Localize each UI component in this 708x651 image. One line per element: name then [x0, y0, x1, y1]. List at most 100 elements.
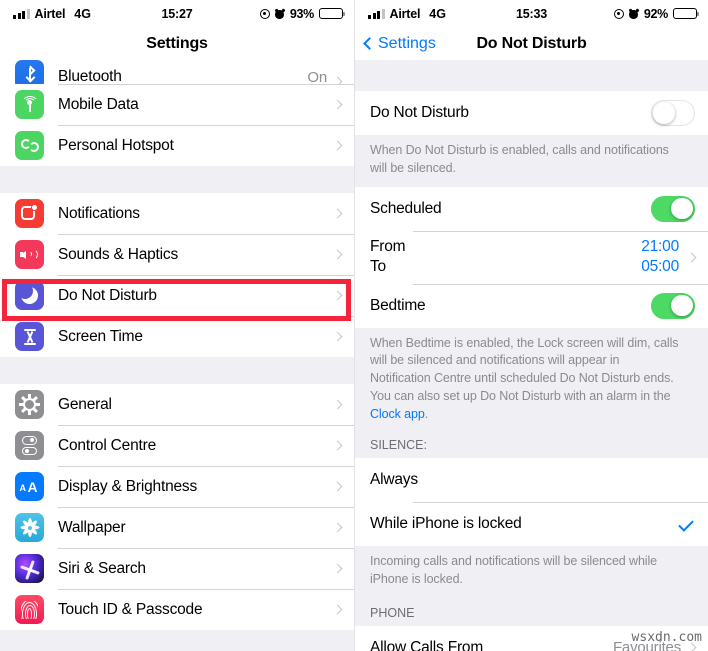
- dnd-toggle[interactable]: [651, 100, 695, 126]
- to-value: 05:00: [641, 258, 679, 275]
- chevron-right-icon: [332, 563, 343, 574]
- sidebar-item-label: Control Centre: [58, 436, 156, 454]
- chevron-right-icon: [332, 440, 343, 451]
- signal-strength-icon: [368, 8, 385, 19]
- sidebar-item-siri-search[interactable]: Siri & Search: [0, 548, 354, 589]
- schedule-time-row[interactable]: From To 21:00 05:00: [355, 230, 708, 284]
- silence-option-always[interactable]: Always: [355, 458, 708, 503]
- left-status-right: 93%: [259, 6, 346, 21]
- chevron-right-icon: [332, 399, 343, 410]
- carrier-label: Airtel: [389, 6, 421, 21]
- screenshot-stage: Airtel 4G 15:27 93% Settings Bluetooth O…: [0, 0, 708, 651]
- sidebar-item-label: Siri & Search: [58, 559, 146, 577]
- chevron-left-icon: [363, 37, 376, 50]
- network-type-label: 4G: [74, 6, 91, 21]
- clock-app-link[interactable]: Clock app: [370, 407, 425, 421]
- battery-percent-label: 92%: [643, 6, 668, 21]
- chevron-right-icon: [332, 522, 343, 533]
- bedtime-toggle[interactable]: [651, 292, 695, 319]
- bedtime-footnote-text: When Bedtime is enabled, the Lock screen…: [370, 335, 679, 403]
- sidebar-item-label: Screen Time: [58, 327, 143, 345]
- chevron-right-icon: [332, 208, 343, 219]
- location-icon: [613, 8, 624, 19]
- sidebar-item-label: Mobile Data: [58, 95, 139, 113]
- silence-options-group: Always While iPhone is locked: [355, 458, 708, 547]
- dnd-main-group: Do Not Disturb: [355, 91, 708, 135]
- scheduled-toggle-row[interactable]: Scheduled: [355, 186, 708, 231]
- chevron-right-icon: [332, 290, 343, 301]
- to-label: To: [370, 258, 386, 275]
- sounds-icon: [15, 240, 44, 269]
- sidebar-item-mobile-data[interactable]: Mobile Data: [0, 84, 354, 125]
- bedtime-row-label: Bedtime: [370, 296, 426, 314]
- hourglass-icon: [15, 322, 44, 351]
- moon-icon: [15, 281, 44, 310]
- sidebar-item-personal-hotspot[interactable]: Personal Hotspot: [0, 125, 354, 166]
- alarm-icon: [628, 7, 640, 19]
- back-button[interactable]: Settings: [363, 34, 436, 53]
- schedule-values: 21:00 05:00: [641, 231, 679, 284]
- back-button-label: Settings: [378, 34, 436, 52]
- sidebar-item-sounds-haptics[interactable]: Sounds & Haptics: [0, 234, 354, 275]
- dnd-footnote: When Do Not Disturb is enabled, calls an…: [355, 135, 708, 187]
- sidebar-item-general[interactable]: General: [0, 384, 354, 425]
- sidebar-item-notifications[interactable]: Notifications: [0, 193, 354, 234]
- sidebar-item-touch-id-passcode[interactable]: Touch ID & Passcode: [0, 589, 354, 630]
- alarm-icon: [274, 7, 286, 19]
- dnd-settings-scroll[interactable]: Do Not Disturb When Do Not Disturb is en…: [355, 60, 708, 651]
- bedtime-footnote: When Bedtime is enabled, the Lock screen…: [355, 327, 708, 433]
- sidebar-item-do-not-disturb[interactable]: Do Not Disturb: [0, 275, 354, 316]
- fingerprint-icon: [15, 595, 44, 624]
- top-spacer: [355, 60, 708, 91]
- sidebar-item-label: Notifications: [58, 204, 140, 222]
- checkmark-icon: [678, 516, 694, 533]
- sidebar-item-control-centre[interactable]: Control Centre: [0, 425, 354, 466]
- schedule-chevron-wrap: [679, 231, 708, 284]
- chevron-right-icon: [332, 249, 343, 260]
- silence-section-header: SILENCE:: [355, 432, 708, 459]
- left-phone-screen: Airtel 4G 15:27 93% Settings Bluetooth O…: [0, 0, 354, 651]
- right-nav-bar: Settings Do Not Disturb: [355, 27, 708, 60]
- sidebar-item-label: Do Not Disturb: [58, 286, 157, 304]
- siri-blade: [19, 564, 31, 571]
- settings-group-connectivity: Bluetooth On Mobile Data Personal Hotspo…: [0, 60, 354, 166]
- silence-option-label: While iPhone is locked: [370, 515, 522, 533]
- dnd-row-label: Do Not Disturb: [370, 104, 469, 121]
- settings-list-scroll[interactable]: Bluetooth On Mobile Data Personal Hotspo…: [0, 60, 354, 651]
- right-status-right: 92%: [613, 6, 700, 21]
- sidebar-item-wallpaper[interactable]: Wallpaper: [0, 507, 354, 548]
- location-icon: [259, 8, 270, 19]
- gear-icon: [15, 390, 44, 419]
- right-status-bar: Airtel 4G 15:33 92%: [355, 0, 708, 27]
- cellular-icon: [15, 90, 44, 119]
- group-separator: [0, 357, 354, 384]
- sidebar-item-screen-time[interactable]: Screen Time: [0, 316, 354, 357]
- list-bottom-space: [0, 630, 354, 651]
- siri-icon: [15, 554, 44, 583]
- sidebar-item-bluetooth[interactable]: Bluetooth On: [0, 60, 354, 89]
- left-status-bar: Airtel 4G 15:27 93%: [0, 0, 354, 27]
- notifications-icon: [15, 199, 44, 228]
- dnd-toggle-row[interactable]: Do Not Disturb: [355, 91, 708, 135]
- battery-percent-label: 93%: [289, 6, 314, 21]
- chevron-right-icon: [332, 604, 343, 615]
- phone-section-header: PHONE: [355, 597, 708, 626]
- sidebar-item-display-brightness[interactable]: AA Display & Brightness: [0, 466, 354, 507]
- carrier-label: Airtel: [34, 6, 66, 21]
- sidebar-item-label: General: [58, 395, 112, 413]
- settings-group-system: General Control Centre AA Display & Brig…: [0, 384, 354, 630]
- group-separator: [0, 166, 354, 193]
- hotspot-icon: [15, 131, 44, 160]
- silence-option-while-locked[interactable]: While iPhone is locked: [355, 502, 708, 547]
- scheduled-toggle[interactable]: [651, 195, 695, 222]
- sidebar-item-label: Display & Brightness: [58, 477, 198, 495]
- chevron-right-icon: [686, 252, 697, 262]
- settings-group-notifications: Notifications Sounds & Haptics Do Not Di…: [0, 193, 354, 357]
- battery-icon: [319, 8, 346, 19]
- right-status-left: Airtel 4G: [368, 7, 446, 21]
- scheduled-row-label: Scheduled: [370, 199, 442, 217]
- watermark: wsxdn.com: [631, 630, 702, 645]
- chevron-right-icon: [332, 331, 343, 342]
- chevron-right-icon: [332, 481, 343, 492]
- bedtime-toggle-row[interactable]: Bedtime: [355, 283, 708, 328]
